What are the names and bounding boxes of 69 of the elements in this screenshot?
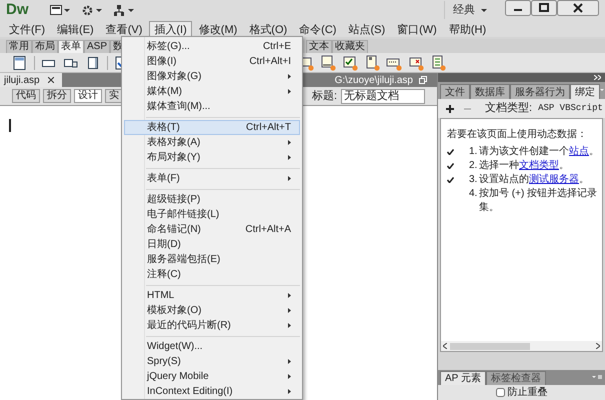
title-label: 标题:	[312, 88, 338, 104]
step-text: 。	[579, 174, 589, 185]
app-logo: Dw	[6, 0, 30, 20]
step-text: 设置站点的	[479, 174, 529, 185]
insert-tab[interactable]: 常用	[6, 40, 32, 53]
menu-option[interactable]: InContext Editing(I)	[124, 384, 300, 399]
step-text: 。	[559, 160, 569, 171]
step-link[interactable]: 站点	[569, 146, 589, 157]
view-button[interactable]: 拆分	[43, 89, 71, 103]
menu-option[interactable]: 日期(D)	[124, 237, 300, 252]
menu-option[interactable]: 媒体(M)	[124, 84, 300, 99]
panel-tab[interactable]: 标签检查器	[486, 371, 546, 385]
instructions-text: 若要在该页面上使用动态数据：	[447, 128, 588, 142]
insert-tab[interactable]: 布局	[32, 40, 58, 53]
menu-option[interactable]: 最近的代码片断(R)	[124, 318, 300, 333]
panel-tab[interactable]: 数据库	[470, 84, 510, 99]
panel-tab[interactable]: 文件	[440, 84, 470, 99]
menu-option[interactable]: 命名锚记(N) Ctrl+Alt+A	[124, 222, 300, 237]
step-number: 4.	[469, 187, 478, 201]
workspace-switcher[interactable]: 经典	[444, 1, 495, 19]
menu-option[interactable]: 电子邮件链接(L)	[124, 207, 300, 222]
doc-type-value: ASP VBScript	[538, 102, 603, 115]
panel-tab[interactable]: 服务器行为	[510, 84, 570, 99]
menu-option[interactable]: 布局对象(Y)	[124, 150, 300, 165]
menu-option[interactable]: 媒体查询(M)...	[124, 99, 300, 114]
insert-tab[interactable]: 收藏夹	[332, 40, 368, 53]
menu-item[interactable]: 编辑(E)	[52, 20, 99, 36]
menu-item[interactable]: 格式(O)	[244, 20, 292, 36]
menu-option[interactable]: 注释(C)	[124, 267, 300, 282]
step-text: 按加号 (+) 按钮并选择记录集。	[479, 188, 598, 213]
step-link[interactable]: 文档类型	[519, 160, 559, 171]
menu-option[interactable]: 模板对象(O)	[124, 303, 300, 318]
view-button[interactable]: 设计	[74, 89, 102, 103]
insert-tab[interactable]: 文本	[306, 40, 332, 53]
menu-option[interactable]: 服务器端包括(E)	[124, 252, 300, 267]
menu-item[interactable]: 命令(C)	[294, 20, 342, 36]
step-text: 选择一种	[479, 160, 519, 171]
menu-option[interactable]: 表单(F)	[124, 171, 300, 186]
menu-item[interactable]: 查看(V)	[100, 20, 148, 36]
menu-option[interactable]: 表格对象(A)	[124, 135, 300, 150]
step-number: 3.	[469, 173, 478, 187]
step-text: 请为该文件创建一个	[479, 146, 569, 157]
menu-option[interactable]: 标签(G)... Ctrl+E	[124, 39, 300, 54]
panel-tab[interactable]: AP 元素	[440, 371, 486, 385]
insert-tab[interactable]: 表单	[58, 40, 84, 53]
doc-type-label: 文档类型:	[485, 100, 532, 116]
view-button[interactable]: 代码	[12, 89, 40, 103]
menu-option[interactable]: 超级链接(P)	[124, 192, 300, 207]
file-path: G:\zuoye\jiluji.asp	[334, 74, 413, 88]
menu-item[interactable]: 站点(S)	[343, 20, 390, 36]
menu-item[interactable]: 修改(M)	[194, 20, 242, 36]
menu-option[interactable]: 图像对象(G)	[124, 69, 300, 84]
menu-option[interactable]: 表格(T) Ctrl+Alt+T	[124, 120, 300, 135]
title-field[interactable]: 无标题文档	[341, 88, 426, 104]
panel-tab[interactable]: 绑定	[570, 84, 600, 99]
menu-option[interactable]: jQuery Mobile	[124, 369, 300, 384]
step-link[interactable]: 测试服务器	[529, 174, 579, 185]
menu-item[interactable]: 帮助(H)	[444, 20, 492, 36]
menu-item[interactable]: 文件(F)	[4, 20, 50, 36]
step-text: 。	[589, 146, 599, 157]
menu-option[interactable]: Spry(S)	[124, 354, 300, 369]
step-number: 2.	[469, 159, 478, 173]
menu-option[interactable]: HTML	[124, 288, 300, 303]
menu-item[interactable]: 插入(I)	[149, 20, 192, 36]
step-number: 1.	[469, 145, 478, 159]
menu-item[interactable]: 窗口(W)	[392, 20, 442, 36]
insert-tab[interactable]: ASP	[84, 40, 110, 53]
checkbox-label: 防止重叠	[508, 386, 548, 400]
menu-option[interactable]: Widget(W)...	[124, 339, 300, 354]
